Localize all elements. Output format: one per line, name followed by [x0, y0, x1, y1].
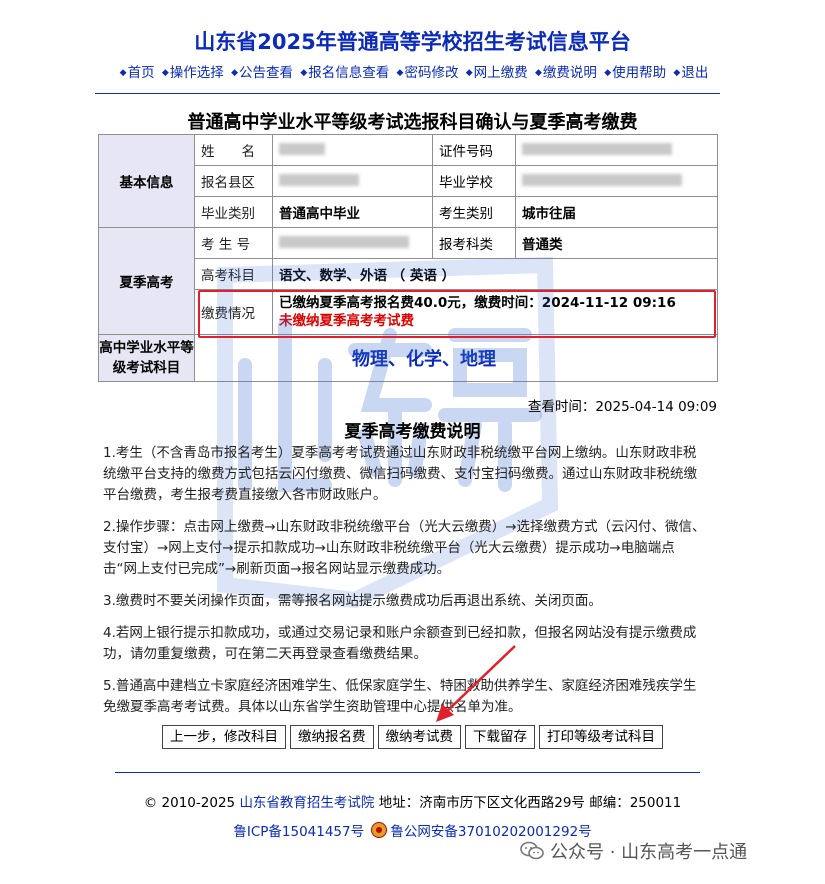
footer-records: 鲁ICP备15041457号 鲁公网安备37010202001292号	[0, 820, 825, 840]
diamond-icon: ◆	[534, 68, 542, 78]
grad-type-label: 毕业类别	[194, 196, 273, 228]
top-nav: ◆首页 ◆操作选择 ◆公告查看 ◆报名信息查看 ◆密码修改 ◆网上缴费 ◆缴费说…	[0, 61, 825, 81]
pay-exam-fee-button[interactable]: 缴纳考试费	[377, 725, 461, 749]
county-label: 报名县区	[194, 165, 273, 197]
category-value: 普通类	[515, 227, 718, 259]
group-summer-exam: 夏季高考	[98, 227, 195, 335]
id-value	[515, 134, 718, 166]
diamond-icon: ◆	[300, 68, 308, 78]
student-type-value: 城市往届	[515, 196, 718, 228]
category-label: 报考科类	[432, 227, 516, 259]
note-item: 5.普通高中建档立卡家庭经济困难学生、低保家庭学生、特困救助供养学生、家庭经济困…	[103, 678, 697, 715]
nav-help[interactable]: 使用帮助	[612, 65, 666, 81]
group-level-exam: 高中学业水平等级考试科目	[98, 334, 195, 382]
nav-home[interactable]: 首页	[128, 65, 155, 81]
nav-registration-info[interactable]: 报名信息查看	[308, 65, 389, 81]
student-type-label: 考生类别	[432, 196, 516, 228]
page-title: 普通高中学业水平等级考试选报科目确认与夏季高考缴费	[187, 112, 638, 133]
diamond-icon: ◆	[465, 68, 473, 78]
nav-online-payment[interactable]: 网上缴费	[474, 65, 528, 81]
diamond-icon: ◆	[231, 68, 239, 78]
wechat-watermark: 公众号 · 山东高考一点通	[520, 838, 747, 864]
grad-type-value: 普通高中毕业	[272, 196, 433, 228]
nav-logout[interactable]: 退出	[681, 65, 708, 81]
diamond-icon: ◆	[161, 68, 169, 78]
note-item: 2.操作步骤：点击网上缴费→山东财政非税统缴平台（光大云缴费）→选择缴费方式（云…	[103, 519, 706, 577]
org-link[interactable]: 山东省教育招生考试院	[239, 795, 374, 811]
payment-status: 已缴纳夏季高考报名费40.0元，缴费时间：2024-11-12 09:16 未缴…	[272, 289, 718, 335]
id-label: 证件号码	[432, 134, 516, 166]
header-divider	[95, 93, 720, 94]
download-button[interactable]: 下载留存	[465, 725, 535, 749]
payment-paid-text: 已缴纳夏季高考报名费40.0元，缴费时间：2024-11-12 09:16	[279, 295, 676, 311]
prev-step-button[interactable]: 上一步，修改科目	[162, 725, 286, 749]
redacted-school	[522, 174, 682, 186]
note-item: 1.考生（不含青岛市报名考生）夏季高考考试费通过山东财政非税统缴平台网上缴纳。山…	[103, 445, 697, 503]
group-basic-info: 基本信息	[98, 134, 195, 228]
diamond-icon: ◆	[673, 68, 681, 78]
note-item: 3.缴费时不要关闭操作页面，需等报名网站提示缴费成功后再退出系统、关闭页面。	[103, 593, 602, 609]
nav-operation-select[interactable]: 操作选择	[170, 65, 224, 81]
school-label: 毕业学校	[432, 165, 516, 197]
redacted-name	[279, 143, 325, 155]
note-item: 4.若网上银行提示扣款成功，或通过交易记录和账户余额查到已经扣款，但报名网站没有…	[103, 625, 697, 662]
redacted-exam-no	[279, 236, 409, 248]
diamond-icon: ◆	[604, 68, 612, 78]
diamond-icon: ◆	[119, 68, 127, 78]
wechat-icon	[520, 841, 544, 860]
payment-notes: 1.考生（不含青岛市报名考生）夏季高考考试费通过山东财政非税统缴平台网上缴纳。山…	[103, 443, 708, 729]
level-subjects-cell: 物理、化学、地理	[194, 334, 718, 382]
address-text: 地址：济南市历下区文化西路29号 邮编：250011	[378, 795, 682, 811]
name-value	[272, 134, 433, 166]
print-subjects-button[interactable]: 打印等级考试科目	[539, 725, 663, 749]
diamond-icon: ◆	[396, 68, 404, 78]
icp-link[interactable]: 鲁ICP备15041457号	[233, 824, 364, 840]
subjects-label: 高考科目	[194, 258, 273, 290]
footer-info: © 2010-2025 山东省教育招生考试院 地址：济南市历下区文化西路29号 …	[0, 791, 825, 811]
action-buttons: 上一步，修改科目 缴纳报名费 缴纳考试费 下载留存 打印等级考试科目	[0, 725, 825, 749]
payment-unpaid-text: 未缴纳夏季高考考试费	[279, 313, 414, 329]
site-title: 山东省2025年普通高等学校招生考试信息平台	[194, 30, 631, 54]
payment-label: 缴费情况	[194, 289, 273, 335]
info-table: 基本信息 姓 名 证件号码 报名县区 毕业学校 毕业类别 普通高中毕业 考生类别…	[98, 134, 718, 382]
view-time: 查看时间：2025-04-14 09:09	[527, 399, 717, 415]
police-badge-icon	[371, 822, 388, 838]
county-value	[272, 165, 433, 197]
name-label: 姓 名	[194, 134, 273, 166]
copyright-text: © 2010-2025	[143, 795, 236, 811]
nav-password-change[interactable]: 密码修改	[404, 65, 458, 81]
exam-no-label: 考 生 号	[194, 227, 273, 259]
school-value	[515, 165, 718, 197]
pay-registration-fee-button[interactable]: 缴纳报名费	[290, 725, 374, 749]
level-subjects-value: 物理、化学、地理	[352, 349, 496, 370]
footer-divider	[115, 772, 700, 773]
redacted-id	[522, 143, 672, 155]
redacted-county	[279, 174, 359, 186]
subjects-value: 语文、数学、外语 （ 英语 ）	[272, 258, 718, 290]
wechat-label: 公众号 · 山东高考一点通	[550, 842, 748, 863]
nav-announcements[interactable]: 公告查看	[239, 65, 293, 81]
exam-no-value	[272, 227, 433, 259]
notes-title: 夏季高考缴费说明	[344, 422, 481, 442]
nav-payment-instructions[interactable]: 缴费说明	[543, 65, 597, 81]
